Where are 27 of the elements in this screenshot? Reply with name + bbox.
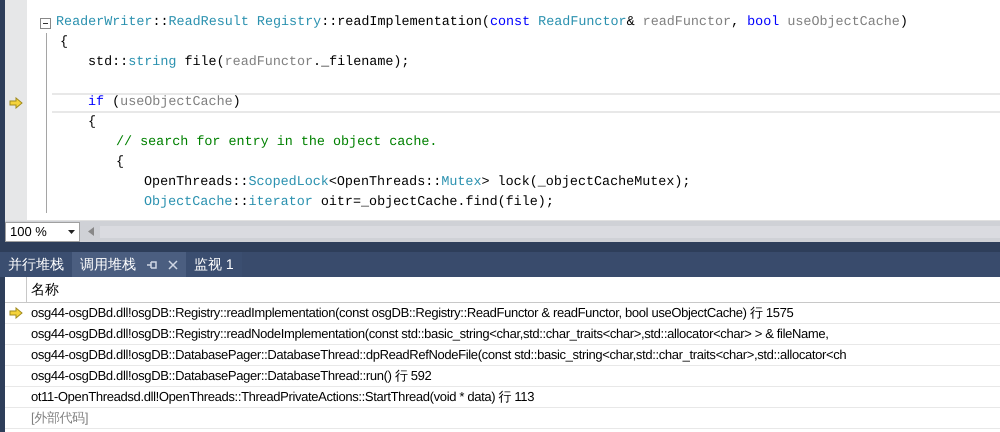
column-header[interactable]: 名称 [27, 277, 63, 302]
collapse-icon[interactable] [40, 18, 51, 28]
code-line: ReaderWriter::ReadResult Registry::readImplementation(const ReadFunctor& readFunctor, bool useObjectCache) [56, 16, 908, 30]
code-line: // search for entry in the object cache. [116, 136, 438, 150]
dropdown-caret-icon [68, 230, 75, 234]
stack-frame[interactable]: osg44-osgDBd.dll!osgDB::Registry::readNodeImplementation(const std::basic_string<char,std::char_traits<char>,std::allocator<char> > & fileName, [27, 324, 829, 344]
tab[interactable]: 监视 1 [186, 252, 242, 277]
code-line: ObjectCache::iterator oitr=_objectCache.find(file); [144, 196, 554, 210]
code-line: std::string file(readFunctor._filename); [88, 56, 410, 70]
stack-frame[interactable]: osg44-osgDBd.dll!osgDB::DatabasePager::DatabaseThread::run() 行 592 [27, 366, 432, 386]
tab[interactable]: 并行堆栈 [0, 252, 72, 277]
current-frame-arrow-icon [9, 307, 23, 319]
stack-frame[interactable]: ot11-OpenThreadsd.dll!OpenThreads::ThreadPrivateActions::StartThread(void * data) 行 113 [27, 387, 534, 407]
code-line: OpenThreads::ScopedLock<OpenThreads::Mutex> lock(_objectCacheMutex); [144, 176, 690, 190]
code-line: if (useObjectCache) [88, 96, 241, 110]
code-line: { [60, 36, 68, 50]
close-icon[interactable] [168, 260, 178, 270]
code-line: { [88, 116, 96, 130]
pin-icon[interactable] [146, 260, 158, 270]
code-line: { [116, 156, 124, 170]
stack-frame[interactable]: osg44-osgDBd.dll!osgDB::DatabasePager::DatabaseThread::dpReadRefNodeFile(const std::basic_string<char,std::char_traits<char>,std::allocator<ch [27, 345, 846, 365]
tab[interactable]: 调用堆栈 [72, 252, 186, 277]
stack-frame[interactable]: osg44-osgDBd.dll!osgDB::Registry::readImplementation(const osgDB::Registry::ReadFunctor & readFunctor, bool useObjectCache) 行 1575 [27, 303, 794, 323]
current-line-arrow-icon [9, 97, 23, 109]
zoom-dropdown[interactable]: 100 % [5, 222, 80, 242]
scroll-left-icon[interactable] [88, 227, 94, 236]
stack-frame[interactable]: [外部代码] [27, 408, 88, 428]
